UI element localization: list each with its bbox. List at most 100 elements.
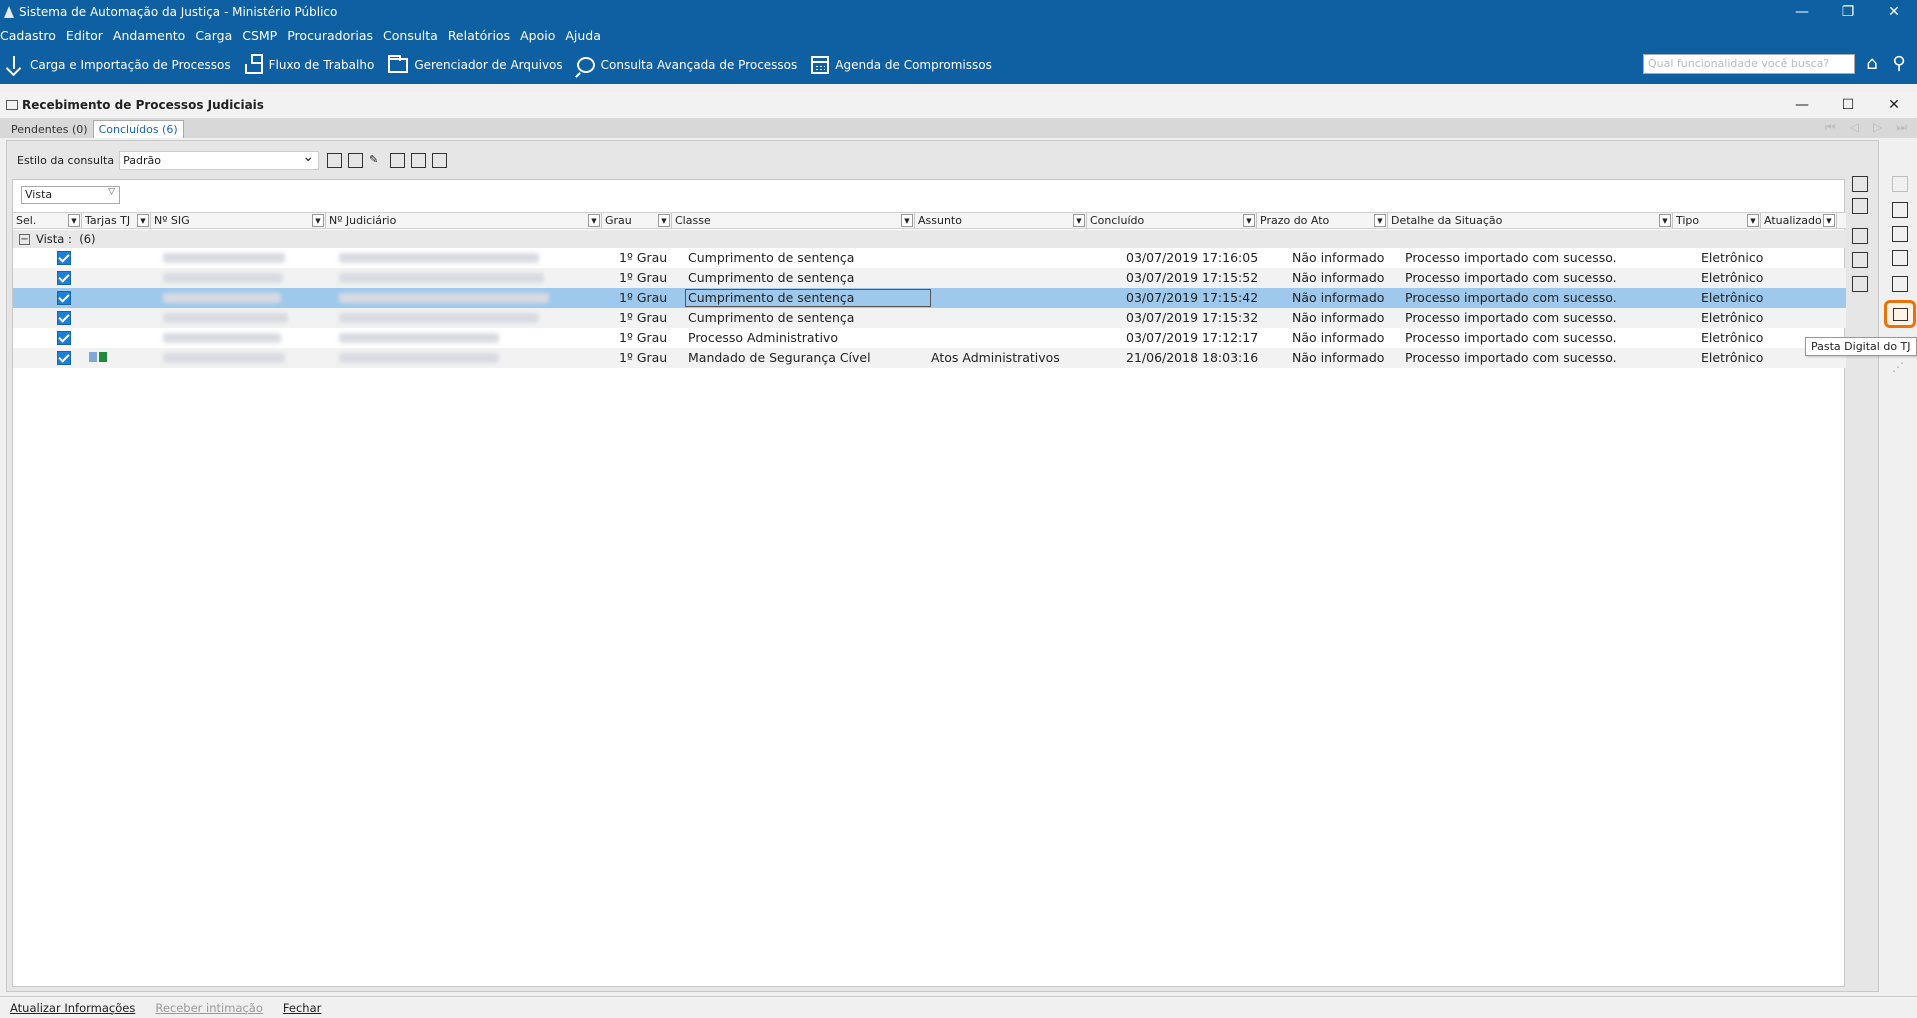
group-row-vista[interactable]: − Vista : (6) — [13, 230, 1846, 248]
home-icon[interactable]: ⌂ — [1861, 53, 1883, 75]
grid-rows-icon[interactable] — [1852, 198, 1868, 214]
document-icon[interactable] — [411, 153, 427, 168]
menu-csmp[interactable]: CSMP — [237, 28, 282, 43]
col-assunto[interactable]: Assunto ▼ — [915, 213, 1087, 228]
row-select-checkbox[interactable] — [57, 311, 71, 325]
inner-maximize-button[interactable]: ☐ — [1825, 92, 1871, 118]
menu-carga[interactable]: Carga — [190, 28, 237, 43]
window-title: Sistema de Automação da Justiça - Minist… — [19, 5, 338, 19]
menu-procuradorias[interactable]: Procuradorias — [282, 28, 378, 43]
close-button[interactable]: ✕ — [1871, 0, 1917, 24]
user-search-icon[interactable]: ⚲ — [1888, 53, 1910, 75]
disabled-action-icon — [1892, 176, 1908, 192]
col-njudiciario[interactable]: Nº Judiciário ▼ — [326, 213, 602, 228]
fluxo-trabalho-label: Fluxo de Trabalho — [268, 58, 375, 72]
table-row[interactable]: 1º Grau Mandado de Segurança Cível Atos Ad… — [13, 348, 1846, 368]
layout-config-icon[interactable] — [432, 153, 448, 168]
cell-detalhe: Processo importado com sucesso. — [1405, 290, 1617, 305]
vista-filter[interactable]: Vista — [21, 186, 120, 204]
last-page-icon[interactable]: ⏭ — [1896, 120, 1907, 135]
edit-icon[interactable]: ✎ — [369, 153, 384, 168]
copy-process-icon[interactable] — [1892, 202, 1908, 218]
list-detail-icon[interactable] — [1852, 252, 1868, 268]
app-logo-icon — [4, 6, 14, 18]
cell-tipo: Eletrônico — [1701, 350, 1764, 365]
cell-tipo: Eletrônico — [1701, 310, 1764, 325]
table-row[interactable]: 1º Grau Cumprimento de sentença 03/07/2019… — [13, 248, 1846, 268]
delete-icon[interactable] — [348, 153, 364, 168]
cell-concluido: 21/06/2018 18:03:16 — [1126, 350, 1259, 365]
menu-apoio[interactable]: Apoio — [515, 28, 560, 43]
grid-rows: 1º Grau Cumprimento de sentença 03/07/2019… — [13, 248, 1846, 368]
redacted-nsig — [163, 313, 288, 323]
row-select-checkbox[interactable] — [57, 251, 71, 265]
query-style-row: Estilo da consulta Padrão ✎ — [17, 149, 448, 170]
cell-classe: Cumprimento de sentença — [688, 290, 855, 305]
form-view-icon[interactable] — [1852, 276, 1868, 292]
atualizar-informacoes-button[interactable]: Atualizar Informações — [0, 1001, 145, 1015]
table-icon[interactable] — [1852, 228, 1868, 244]
row-select-checkbox[interactable] — [57, 291, 71, 305]
menu-relatorios[interactable]: Relatórios — [443, 28, 515, 43]
cell-concluido: 03/07/2019 17:12:17 — [1126, 330, 1259, 345]
col-atualizado[interactable]: Atualizado ▼ — [1761, 213, 1837, 228]
pasta-digital-tj-button[interactable] — [1884, 300, 1916, 328]
col-classe[interactable]: Classe ▼ — [672, 213, 915, 228]
consulta-avancada-button[interactable]: Consulta Avançada de Processos — [573, 57, 808, 73]
receber-intimacao-button[interactable]: Receber intimação — [145, 1001, 273, 1015]
col-tipo[interactable]: Tipo ▼ — [1673, 213, 1761, 228]
tab-concluidos[interactable]: Concluídos (6) — [92, 120, 184, 138]
save-icon[interactable] — [327, 153, 343, 168]
fechar-button[interactable]: Fechar — [273, 1001, 331, 1015]
col-nsig[interactable]: Nº SIG ▼ — [151, 213, 326, 228]
table-row[interactable]: 1º Grau Cumprimento de sentença 03/07/2019… — [13, 288, 1846, 308]
agenda-compromissos-label: Agenda de Compromissos — [835, 58, 992, 72]
tab-pendentes[interactable]: Pendentes (0) — [6, 121, 93, 138]
carga-importacao-button[interactable]: Carga e Importação de Processos — [0, 55, 241, 75]
row-select-checkbox[interactable] — [57, 351, 71, 365]
tree-view-icon[interactable] — [1852, 176, 1868, 192]
menu-cadastro[interactable]: Cadastro — [0, 28, 61, 43]
inner-close-button[interactable]: ✕ — [1871, 92, 1917, 118]
redacted-nsig — [163, 353, 285, 363]
menu-ajuda[interactable]: Ajuda — [560, 28, 606, 43]
col-detalhe[interactable]: Detalhe da Situação ▼ — [1388, 213, 1673, 228]
export-excel-icon[interactable] — [390, 153, 406, 168]
cell-detalhe: Processo importado com sucesso. — [1405, 350, 1617, 365]
table-row[interactable]: 1º Grau Processo Administrativo 03/07/2019… — [13, 328, 1846, 348]
first-page-icon[interactable]: ⏮ — [1825, 120, 1836, 135]
minimize-button[interactable]: — — [1779, 0, 1825, 24]
menu-consulta[interactable]: Consulta — [378, 28, 443, 43]
tab-strip: Pendentes (0) Concluídos (6) ⏮ ◁ ▷ ⏭ — [0, 118, 1917, 138]
agenda-compromissos-button[interactable]: Agenda de Compromissos — [807, 56, 1002, 74]
inner-minimize-button[interactable]: — — [1779, 92, 1825, 118]
col-concluido[interactable]: Concluído ▼ — [1087, 213, 1257, 228]
status-bar: Atualizar Informações Receber intimação … — [0, 996, 1917, 1018]
query-style-label: Estilo da consulta — [17, 154, 115, 167]
fluxo-trabalho-button[interactable]: Fluxo de Trabalho — [241, 54, 385, 74]
menu-andamento[interactable]: Andamento — [108, 28, 190, 43]
print-icon[interactable] — [1892, 276, 1908, 292]
gerenciador-arquivos-button[interactable]: Gerenciador de Arquivos — [384, 54, 572, 73]
redacted-njudiciario — [339, 293, 549, 303]
col-prazo[interactable]: Prazo do Ato ▼ — [1257, 213, 1388, 228]
row-select-checkbox[interactable] — [57, 271, 71, 285]
row-select-checkbox[interactable] — [57, 331, 71, 345]
query-style-select[interactable]: Padrão — [119, 149, 320, 170]
cell-classe: Cumprimento de sentença — [688, 310, 855, 325]
prev-page-icon[interactable]: ◁ — [1850, 120, 1859, 135]
restore-button[interactable]: ❐ — [1825, 0, 1871, 24]
col-sel[interactable]: Sel. ▼ — [13, 213, 82, 228]
feature-search-input[interactable]: Qual funcionalidade você busca? — [1643, 54, 1855, 74]
menu-editor[interactable]: Editor — [61, 28, 108, 43]
table-row[interactable]: 1º Grau Cumprimento de sentença 03/07/2019… — [13, 268, 1846, 288]
table-row[interactable]: 1º Grau Cumprimento de sentença 03/07/2019… — [13, 308, 1846, 328]
next-page-icon[interactable]: ▷ — [1873, 120, 1882, 135]
col-grau[interactable]: Grau ▼ — [602, 213, 672, 228]
menu-bar: Cadastro Editor Andamento Carga CSMP Pro… — [0, 24, 1917, 46]
folder-icon — [388, 54, 409, 73]
collapse-icon[interactable]: − — [19, 233, 30, 245]
duplicate-icon[interactable] — [1892, 226, 1908, 242]
refresh-document-icon[interactable] — [1892, 250, 1908, 266]
col-tarjas[interactable]: Tarjas TJ ▼ — [82, 213, 151, 228]
